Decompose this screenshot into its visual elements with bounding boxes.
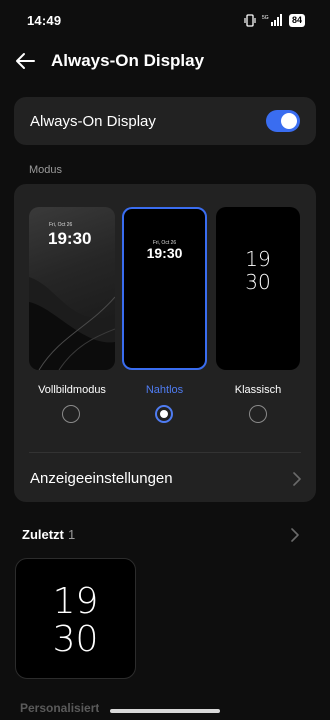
preview-clock-hour: 19 <box>245 247 271 271</box>
chevron-right-icon <box>291 528 299 542</box>
page-title: Always-On Display <box>51 51 205 70</box>
vibrate-icon <box>244 13 256 27</box>
battery-icon: 84 <box>288 13 305 27</box>
recent-title: Zuletzt <box>22 527 64 542</box>
radio-seamless[interactable] <box>155 405 173 423</box>
recent-aod-thumbnail[interactable]: 19 30 <box>15 558 136 679</box>
thumbnail-clock-hour: 19 <box>52 581 99 622</box>
back-arrow-icon[interactable] <box>14 50 36 72</box>
aod-toggle-card: Always-On Display <box>14 97 316 145</box>
next-section-title: Personalisiert <box>20 701 100 715</box>
preview-fullscreen[interactable]: Fri, Oct 26 19:30 <box>29 207 115 370</box>
divider <box>29 452 301 453</box>
preview-clock: 19:30 <box>146 245 183 261</box>
home-indicator[interactable] <box>110 709 220 713</box>
mode-label-fullscreen: Vollbildmodus <box>38 384 106 396</box>
preview-clock-minute: 30 <box>245 270 271 294</box>
network-label: 5G <box>262 15 269 21</box>
status-bar: 14:49 5G 84 <box>0 0 330 40</box>
recent-section-header[interactable]: Zuletzt 1 <box>14 522 316 546</box>
aod-toggle-switch[interactable] <box>266 110 300 132</box>
display-settings-row[interactable]: Anzeigeeinstellungen <box>14 458 316 498</box>
chevron-right-icon <box>293 472 301 486</box>
display-settings-label: Anzeigeeinstellungen <box>30 470 173 487</box>
switch-knob <box>281 113 297 129</box>
signal-icon: 5G <box>262 14 282 26</box>
mode-label-classic: Klassisch <box>234 384 282 396</box>
status-icons: 5G 84 <box>243 13 305 27</box>
aod-toggle-label: Always-On Display <box>30 113 156 130</box>
mode-label-seamless: Nahtlos <box>145 384 184 396</box>
thumbnail-clock-minute: 30 <box>52 619 99 660</box>
status-time: 14:49 <box>27 13 62 28</box>
preview-seamless[interactable]: Fri, Oct 26 19:30 <box>122 207 207 370</box>
preview-date: Fri, Oct 26 <box>49 222 73 228</box>
radio-fullscreen[interactable] <box>62 405 80 423</box>
preview-clock: 19:30 <box>48 229 92 248</box>
section-label-modus: Modus <box>29 164 63 176</box>
recent-count: 1 <box>68 527 76 542</box>
radio-classic[interactable] <box>249 405 267 423</box>
header: Always-On Display <box>0 44 330 78</box>
preview-classic[interactable]: 19 30 <box>216 207 300 370</box>
